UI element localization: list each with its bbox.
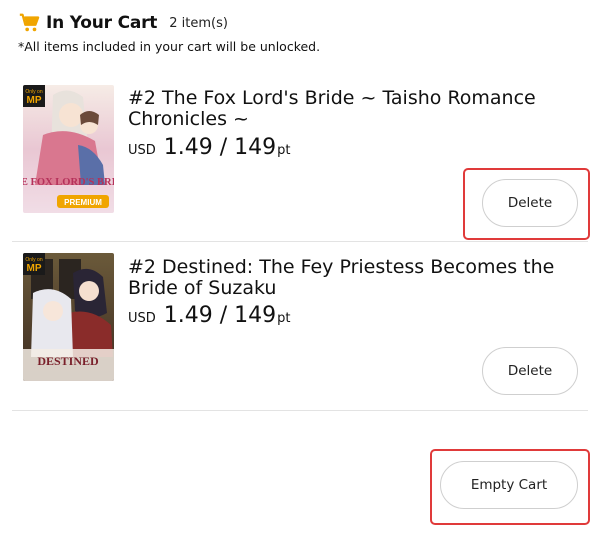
item-cover-image[interactable]: Only on MP THE FOX LORD'S BRIDE PREMIUM <box>23 85 114 213</box>
price-currency: USD <box>128 143 156 158</box>
cover-badge-logo: MP <box>27 263 42 274</box>
cover-title-text: THE FOX LORD'S BRIDE <box>23 177 114 188</box>
cart-item: Only on MP DESTINED #2 Destined: The Fey… <box>12 242 588 411</box>
price-unit: pt <box>277 311 291 326</box>
cover-badge-logo: MP <box>27 95 42 106</box>
page-title: In Your Cart <box>46 13 158 33</box>
item-title[interactable]: #2 Destined: The Fey Priestess Becomes t… <box>128 257 568 299</box>
cover-ribbon-text: PREMIUM <box>64 198 102 207</box>
item-price: USD 1.49 / 149 pt <box>128 135 291 160</box>
delete-highlight-box <box>463 168 590 240</box>
item-cover-image[interactable]: Only on MP DESTINED <box>23 253 114 381</box>
unlock-note: *All items included in your cart will be… <box>18 39 321 54</box>
price-amount: 1.49 / 149 <box>163 303 277 328</box>
item-title[interactable]: #2 The Fox Lord's Bride ~ Taisho Romance… <box>128 88 568 130</box>
empty-cart-highlight-box <box>430 449 590 525</box>
cart-title-row: In Your Cart 2 item(s) <box>18 10 590 36</box>
item-count: 2 item(s) <box>169 15 228 31</box>
cart-icon <box>19 13 40 32</box>
price-amount: 1.49 / 149 <box>163 135 277 160</box>
price-unit: pt <box>277 143 291 158</box>
cart-header: In Your Cart 2 item(s) *All items includ… <box>18 10 590 54</box>
item-price: USD 1.49 / 149 pt <box>128 303 291 328</box>
delete-button[interactable]: Delete <box>482 347 578 395</box>
cover-title-text: DESTINED <box>37 354 99 368</box>
price-currency: USD <box>128 311 156 326</box>
